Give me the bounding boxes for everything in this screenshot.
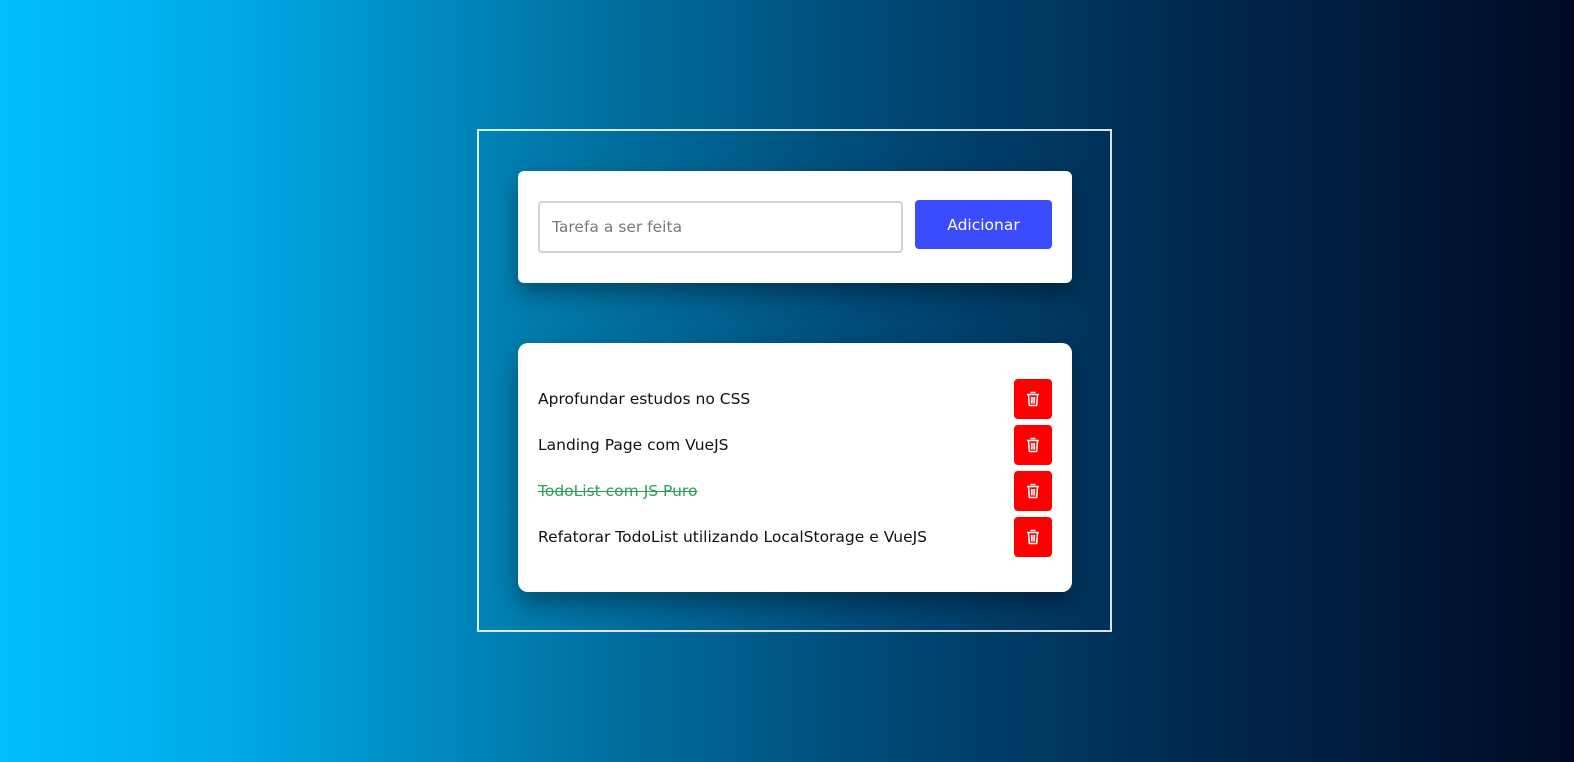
- task-text-done[interactable]: TodoList com JS Puro: [538, 482, 697, 500]
- trash-icon: [1026, 483, 1040, 499]
- add-task-button[interactable]: Adicionar: [915, 200, 1052, 249]
- trash-icon: [1026, 437, 1040, 453]
- task-text[interactable]: Landing Page com VueJS: [538, 436, 729, 454]
- trash-icon: [1026, 391, 1040, 407]
- delete-task-button[interactable]: [1014, 471, 1052, 511]
- task-list: Aprofundar estudos no CSS Landing Page c…: [538, 379, 1052, 563]
- trash-icon: [1026, 529, 1040, 545]
- task-text[interactable]: Aprofundar estudos no CSS: [538, 390, 750, 408]
- task-item: Refatorar TodoList utilizando LocalStora…: [538, 517, 1052, 557]
- task-item: TodoList com JS Puro: [538, 471, 1052, 511]
- task-text[interactable]: Refatorar TodoList utilizando LocalStora…: [538, 528, 927, 546]
- delete-task-button[interactable]: [1014, 379, 1052, 419]
- task-input[interactable]: [538, 201, 903, 253]
- task-item: Aprofundar estudos no CSS: [538, 379, 1052, 419]
- task-list-card: Aprofundar estudos no CSS Landing Page c…: [518, 343, 1072, 592]
- delete-task-button[interactable]: [1014, 425, 1052, 465]
- task-form-card: Adicionar: [518, 171, 1072, 283]
- task-item: Landing Page com VueJS: [538, 425, 1052, 465]
- delete-task-button[interactable]: [1014, 517, 1052, 557]
